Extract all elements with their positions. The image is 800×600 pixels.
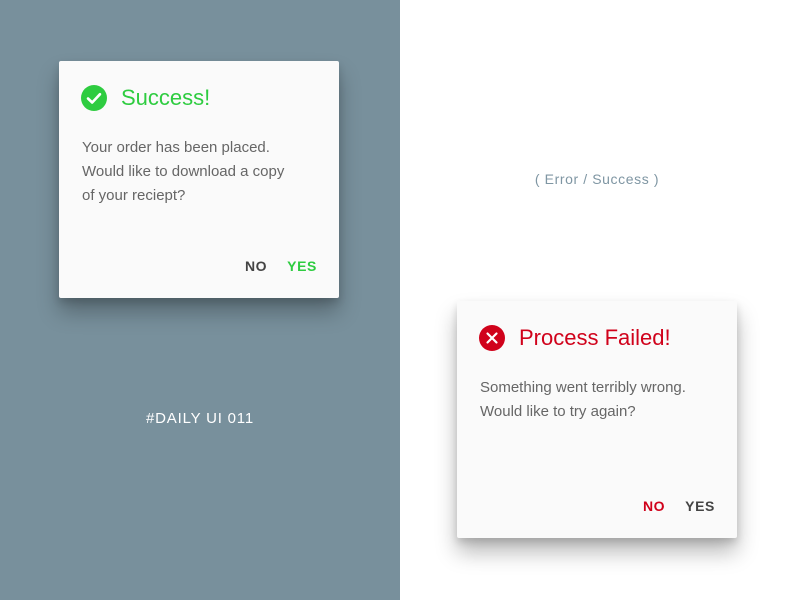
- daily-ui-tag: #DAILY UI 011: [146, 410, 254, 427]
- success-no-button[interactable]: NO: [245, 256, 267, 276]
- failed-dialog-header: Process Failed!: [479, 325, 671, 351]
- message-line: Would like to try again?: [480, 403, 636, 420]
- message-line: Your order has been placed.: [82, 139, 270, 156]
- check-circle-icon: [81, 85, 107, 111]
- stage: Success! Your order has been placed. Wou…: [0, 0, 800, 600]
- x-circle-icon: [479, 325, 505, 351]
- message-line: Something went terribly wrong.: [480, 379, 686, 396]
- message-line: Would like to download a copy: [82, 163, 285, 180]
- success-dialog-message: Your order has been placed. Would like t…: [82, 136, 322, 208]
- failed-dialog-actions: NO YES: [643, 496, 715, 516]
- failed-dialog-title: Process Failed!: [519, 325, 671, 350]
- failed-yes-button[interactable]: YES: [685, 496, 715, 516]
- message-line: of your reciept?: [82, 187, 186, 204]
- success-dialog-actions: NO YES: [245, 256, 317, 276]
- failed-no-button[interactable]: NO: [643, 496, 665, 516]
- failed-dialog: Process Failed! Something went terribly …: [457, 301, 737, 538]
- success-dialog-title: Success!: [121, 85, 211, 110]
- success-yes-button[interactable]: YES: [287, 256, 317, 276]
- failed-dialog-message: Something went terribly wrong. Would lik…: [480, 376, 720, 424]
- error-success-caption: ( Error / Success ): [534, 171, 660, 187]
- success-dialog: Success! Your order has been placed. Wou…: [59, 61, 339, 298]
- success-dialog-header: Success!: [81, 85, 210, 111]
